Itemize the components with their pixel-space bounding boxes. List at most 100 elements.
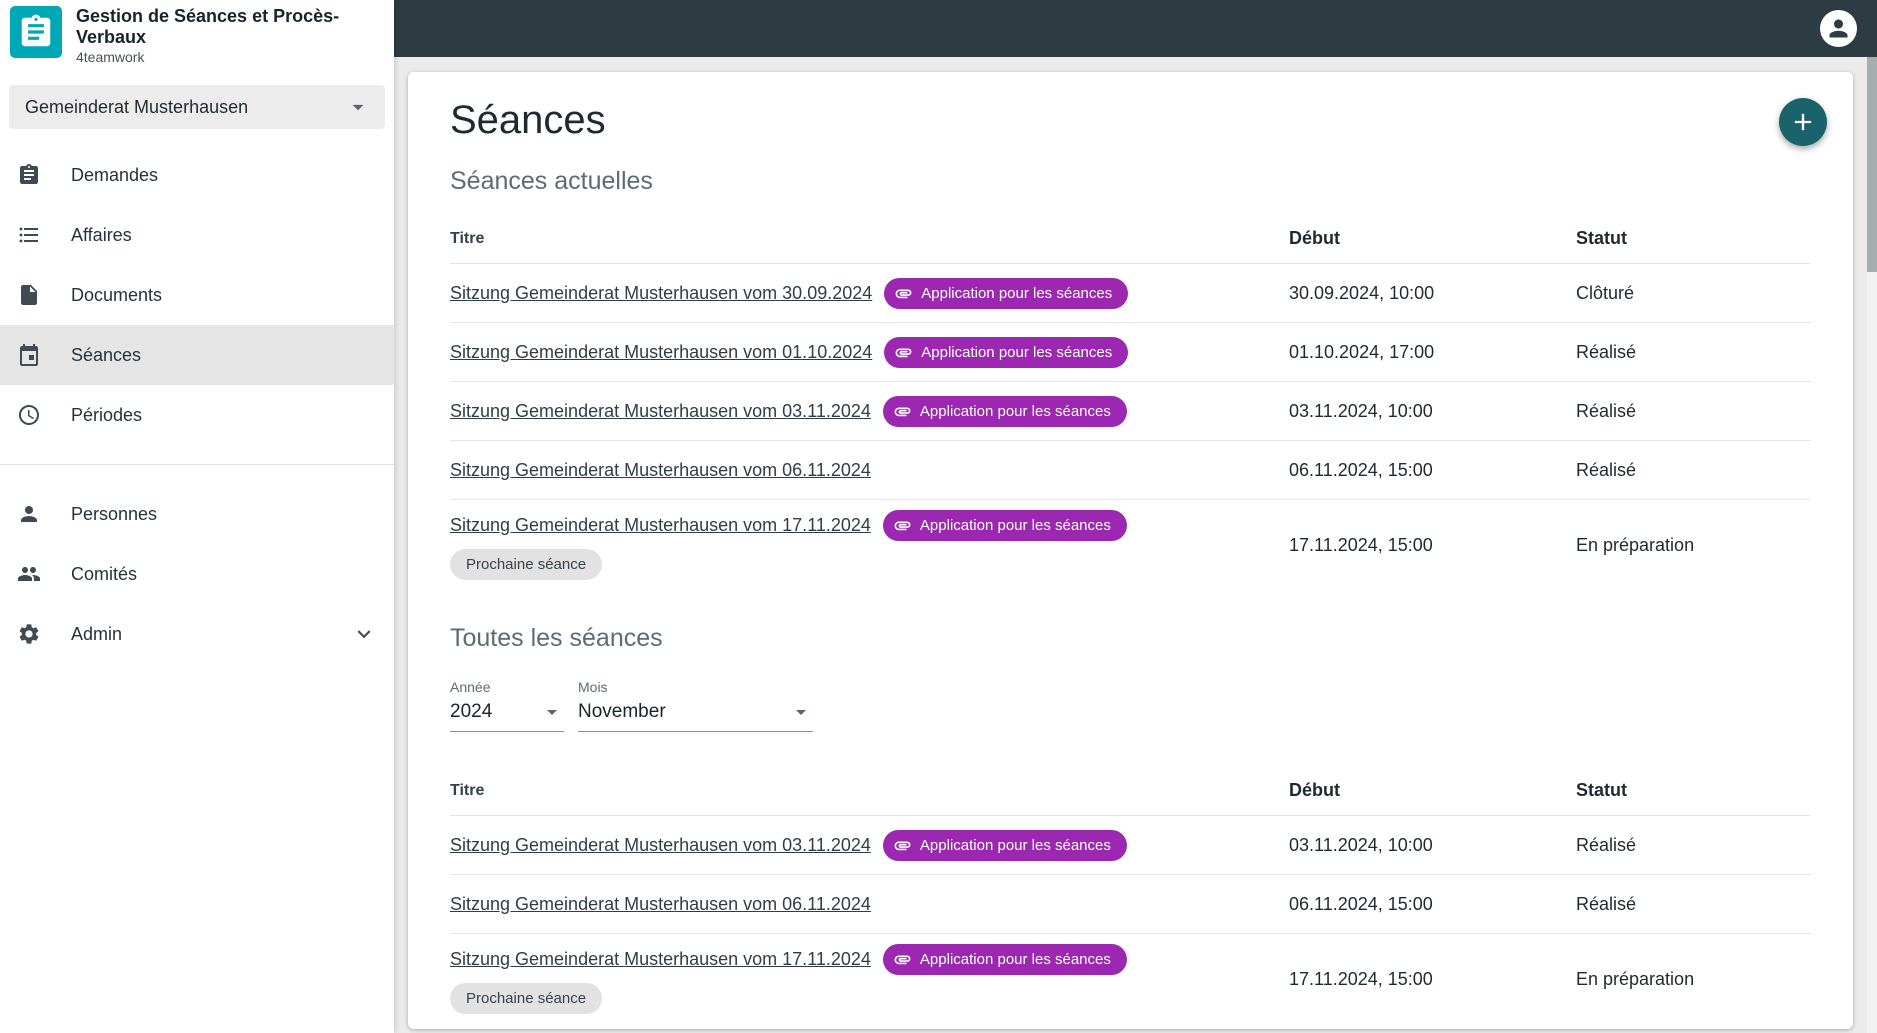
sidebar-item-documents[interactable]: Documents	[0, 265, 394, 325]
seance-link[interactable]: Sitzung Gemeinderat Musterhausen vom 30.…	[450, 283, 872, 304]
sidebar-item-label: Documents	[71, 285, 162, 306]
seance-status: Réalisé	[1576, 835, 1811, 856]
person-icon	[1825, 15, 1852, 42]
table-row: Sitzung Gemeinderat Musterhausen vom 06.…	[450, 441, 1811, 500]
sidebar-nav: Demandes Affaires Documents Séances Péri…	[0, 145, 394, 664]
page-title: Séances	[450, 98, 1811, 143]
app-subtitle: 4teamwork	[76, 49, 376, 65]
table-row: Sitzung Gemeinderat Musterhausen vom 30.…	[450, 264, 1811, 323]
sidebar-item-label: Demandes	[71, 165, 158, 186]
sidebar-item-label: Séances	[71, 345, 141, 366]
all-seances-heading: Toutes les séances	[450, 624, 1811, 653]
table-row: Sitzung Gemeinderat Musterhausen vom 03.…	[450, 816, 1811, 875]
sidebar-item-label: Personnes	[71, 504, 157, 525]
month-label: Mois	[578, 679, 813, 695]
sidebar-item-personnes[interactable]: Personnes	[0, 484, 394, 544]
app-logo-row: Gestion de Séances et Procès-Verbaux 4te…	[0, 0, 394, 73]
application-badge[interactable]: Application pour les séances	[884, 337, 1128, 368]
paperclip-icon	[894, 284, 913, 303]
seance-link[interactable]: Sitzung Gemeinderat Musterhausen vom 06.…	[450, 894, 871, 915]
application-badge[interactable]: Application pour les séances	[884, 278, 1128, 309]
month-select[interactable]: Mois November	[578, 679, 813, 732]
application-badge[interactable]: Application pour les séances	[883, 396, 1127, 427]
sidebar-item-seances[interactable]: Séances	[0, 325, 394, 385]
application-badge[interactable]: Application pour les séances	[883, 830, 1127, 861]
seance-start: 06.11.2024, 15:00	[1289, 460, 1576, 481]
document-icon	[17, 283, 41, 307]
seance-start: 30.09.2024, 10:00	[1289, 283, 1576, 304]
app-title: Gestion de Séances et Procès-Verbaux	[76, 6, 376, 47]
sidebar-item-comites[interactable]: Comités	[0, 544, 394, 604]
filters: Année 2024 Mois November	[450, 679, 1811, 732]
badge-label: Application pour les séances	[920, 403, 1111, 420]
paperclip-icon	[893, 516, 912, 535]
scrollbar[interactable]	[1867, 57, 1877, 1033]
seance-link[interactable]: Sitzung Gemeinderat Musterhausen vom 01.…	[450, 342, 872, 363]
application-badge[interactable]: Application pour les séances	[883, 510, 1127, 541]
app-logo	[10, 6, 62, 58]
column-header-statut: Statut	[1576, 780, 1811, 801]
paperclip-icon	[893, 836, 912, 855]
table-row: Sitzung Gemeinderat Musterhausen vom 03.…	[450, 382, 1811, 441]
dropdown-arrow-icon	[789, 700, 813, 724]
paperclip-icon	[894, 343, 913, 362]
chevron-down-icon	[351, 621, 377, 647]
seance-link[interactable]: Sitzung Gemeinderat Musterhausen vom 03.…	[450, 401, 871, 422]
column-header-statut: Statut	[1576, 228, 1811, 249]
sidebar-item-label: Admin	[71, 624, 122, 645]
badge-label: Application pour les séances	[921, 344, 1112, 361]
badge-label: Application pour les séances	[921, 285, 1112, 302]
paperclip-icon	[893, 950, 912, 969]
column-header-titre: Titre	[450, 230, 1289, 248]
gear-icon	[17, 622, 41, 646]
table-row: Sitzung Gemeinderat Musterhausen vom 01.…	[450, 323, 1811, 382]
month-select-value: November	[578, 701, 666, 723]
dropdown-arrow-icon	[345, 94, 371, 120]
sidebar-item-label: Périodes	[71, 405, 142, 426]
sidebar-item-periodes[interactable]: Périodes	[0, 385, 394, 445]
table-row: Sitzung Gemeinderat Musterhausen vom 06.…	[450, 875, 1811, 934]
badge-label: Application pour les séances	[920, 517, 1111, 534]
sidebar-item-admin[interactable]: Admin	[0, 604, 394, 664]
next-seance-pill: Prochaine séance	[450, 983, 602, 1014]
clipboard-logo-icon	[17, 13, 55, 51]
table-header-row: Titre Début Statut	[450, 214, 1811, 264]
seance-status: Réalisé	[1576, 894, 1811, 915]
paperclip-icon	[893, 402, 912, 421]
sidebar-item-label: Affaires	[71, 225, 132, 246]
dropdown-arrow-icon	[540, 700, 564, 724]
seances-card: Séances Séances actuelles Titre Début St…	[408, 72, 1853, 1029]
scrollbar-thumb[interactable]	[1867, 57, 1877, 272]
application-badge[interactable]: Application pour les séances	[883, 944, 1127, 975]
add-seance-button[interactable]	[1779, 98, 1827, 146]
seance-link[interactable]: Sitzung Gemeinderat Musterhausen vom 17.…	[450, 949, 871, 970]
badge-label: Application pour les séances	[920, 951, 1111, 968]
committee-select[interactable]: Gemeinderat Musterhausen	[9, 85, 385, 129]
clipboard-icon	[17, 163, 41, 187]
year-select[interactable]: Année 2024	[450, 679, 564, 732]
seance-status: Réalisé	[1576, 342, 1811, 363]
seance-start: 03.11.2024, 10:00	[1289, 835, 1576, 856]
seance-link[interactable]: Sitzung Gemeinderat Musterhausen vom 17.…	[450, 515, 871, 536]
seance-link[interactable]: Sitzung Gemeinderat Musterhausen vom 03.…	[450, 835, 871, 856]
sidebar-item-demandes[interactable]: Demandes	[0, 145, 394, 205]
year-label: Année	[450, 679, 564, 695]
seance-start: 17.11.2024, 15:00	[1289, 535, 1576, 556]
avatar[interactable]	[1820, 10, 1857, 47]
current-seances-table: Titre Début Statut Sitzung Gemeinderat M…	[450, 214, 1811, 590]
main-area: Séances Séances actuelles Titre Début St…	[394, 57, 1877, 1033]
clock-icon	[17, 403, 41, 427]
next-seance-pill: Prochaine séance	[450, 549, 602, 580]
badge-label: Application pour les séances	[920, 837, 1111, 854]
seance-status: En préparation	[1576, 969, 1811, 990]
seance-link[interactable]: Sitzung Gemeinderat Musterhausen vom 06.…	[450, 460, 871, 481]
sidebar-item-label: Comités	[71, 564, 137, 585]
plus-icon	[1789, 108, 1817, 136]
app-window: Gestion de Séances et Procès-Verbaux 4te…	[0, 0, 1877, 1033]
person-icon	[17, 502, 41, 526]
sidebar-item-affaires[interactable]: Affaires	[0, 205, 394, 265]
app-title-block: Gestion de Séances et Procès-Verbaux 4te…	[76, 6, 376, 65]
seance-start: 17.11.2024, 15:00	[1289, 969, 1576, 990]
table-header-row: Titre Début Statut	[450, 766, 1811, 816]
sidebar: Gestion de Séances et Procès-Verbaux 4te…	[0, 0, 394, 1033]
